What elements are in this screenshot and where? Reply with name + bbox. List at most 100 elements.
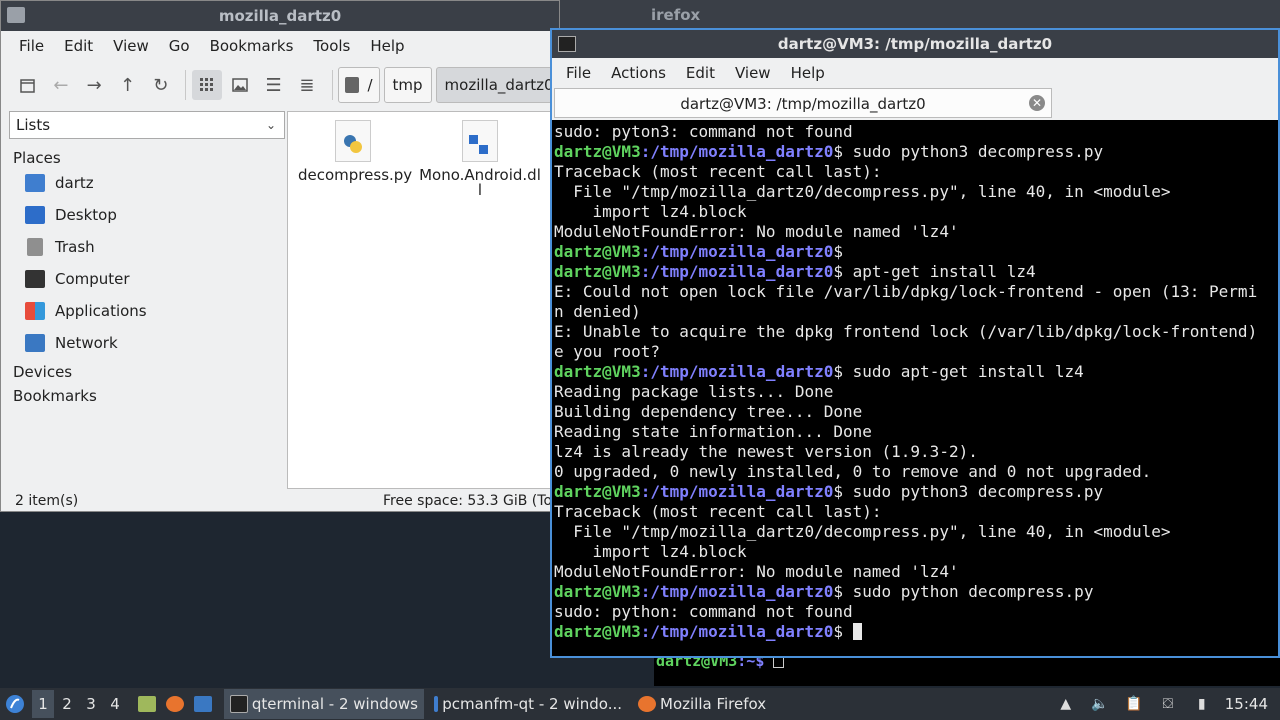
terminal-app-icon <box>558 36 576 52</box>
breadcrumb-current[interactable]: mozilla_dartz0 <box>435 67 556 103</box>
terminal-title: dartz@VM3: /tmp/mozilla_dartz0 <box>777 35 1053 53</box>
terminal-output-line: ModuleNotFoundError: No module named 'lz… <box>554 222 959 241</box>
sidebar-item-applications[interactable]: Applications <box>9 295 285 327</box>
breadcrumb-tmp[interactable]: tmp <box>383 67 432 103</box>
icon-view-button[interactable] <box>192 70 222 100</box>
sidebar-item-dartz[interactable]: dartz <box>9 167 285 199</box>
bookmarks-header[interactable]: Bookmarks <box>13 387 285 405</box>
up-button[interactable]: ↑ <box>113 70 142 100</box>
file-manager-title: mozilla_dartz0 <box>218 7 342 25</box>
back-button[interactable]: ← <box>46 70 75 100</box>
terminal-command-line: dartz@VM3:/tmp/mozilla_dartz0$ sudo pyth… <box>554 582 1278 602</box>
clipboard-icon: 📋 <box>1125 696 1143 712</box>
terminal-output-line: Traceback (most recent call last): <box>554 502 882 521</box>
firefox-window-title: irefox <box>651 6 701 24</box>
task-qterminal[interactable]: qterminal - 2 windows <box>224 689 424 719</box>
reload-button[interactable]: ↻ <box>146 70 175 100</box>
desktop-2-button[interactable]: 2 <box>56 690 78 718</box>
terminal-output-line: E: Unable to acquire the dpkg frontend l… <box>554 322 1258 341</box>
devices-header[interactable]: Devices <box>13 363 285 381</box>
breadcrumb-tmp-label: tmp <box>392 76 423 94</box>
prompt-user: dartz@VM3 <box>554 142 641 161</box>
forward-button[interactable]: → <box>80 70 109 100</box>
sidebar-item-computer[interactable]: Computer <box>9 263 285 295</box>
file-name: decompress.py <box>298 166 413 184</box>
places-header[interactable]: Places <box>13 149 285 167</box>
task-firefox[interactable]: Mozilla Firefox <box>632 689 772 719</box>
sidebar-item-trash[interactable]: Trash <box>9 231 285 263</box>
arrow-up-icon: ↑ <box>119 74 136 96</box>
desktop-1-button[interactable]: 1 <box>32 690 54 718</box>
sidebar-item-desktop[interactable]: Desktop <box>9 199 285 231</box>
terminal-command-line: dartz@VM3:/tmp/mozilla_dartz0$ sudo pyth… <box>554 482 1278 502</box>
image-view-icon <box>232 78 249 92</box>
menu-bookmarks[interactable]: Bookmarks <box>210 37 294 55</box>
file-item-mono-android[interactable]: Mono.Android.dl l <box>418 120 542 198</box>
quicklaunch-firefox[interactable] <box>162 690 188 718</box>
quicklaunch-desktop[interactable] <box>190 690 216 718</box>
prompt-path: :/tmp/mozilla_dartz0 <box>640 142 834 161</box>
sidebar-item-label: Trash <box>55 238 95 256</box>
tray-up-button[interactable]: ▲ <box>1057 695 1075 713</box>
python-file-icon <box>335 120 371 162</box>
terminal-tab[interactable]: dartz@VM3: /tmp/mozilla_dartz0 ✕ <box>554 88 1052 118</box>
menu-view[interactable]: View <box>113 37 149 55</box>
compact-view-button[interactable]: ☰ <box>259 70 288 100</box>
taskbar: 1 2 3 4 qterminal - 2 windows pcmanfm-qt… <box>0 688 1280 720</box>
terminal-menu-help[interactable]: Help <box>791 64 825 82</box>
volume-button[interactable]: 🔈 <box>1091 695 1109 713</box>
start-menu-button[interactable] <box>0 690 30 718</box>
volume-icon: 🔈 <box>1091 696 1109 712</box>
sidebar-view-select-value: Lists <box>16 116 51 134</box>
menu-help[interactable]: Help <box>370 37 404 55</box>
terminal-icon <box>230 695 248 713</box>
desktop-4-button[interactable]: 4 <box>104 690 126 718</box>
terminal-output[interactable]: sudo: pyton3: command not found dartz@VM3… <box>554 122 1278 656</box>
menu-file[interactable]: File <box>19 37 44 55</box>
terminal-output-line: sudo: pyton3: command not found <box>554 122 853 141</box>
task-pcmanfm[interactable]: pcmanfm-qt - 2 windo... <box>428 689 628 719</box>
clipboard-button[interactable]: 📋 <box>1125 695 1143 713</box>
prompt-user: dartz@VM3 <box>554 362 641 381</box>
show-desktop-icon <box>194 696 212 712</box>
thumbnail-view-button[interactable] <box>226 70 255 100</box>
terminal-command-line: dartz@VM3:/tmp/mozilla_dartz0$ <box>554 622 1278 642</box>
network-button[interactable]: ⛋ <box>1159 695 1177 713</box>
terminal-menubar: File Actions Edit View Help <box>552 58 1278 88</box>
new-tab-button[interactable] <box>13 70 42 100</box>
power-button[interactable]: ▮ <box>1193 695 1211 713</box>
task-label: pcmanfm-qt - 2 windo... <box>442 695 622 713</box>
quicklaunch-files[interactable] <box>134 690 160 718</box>
terminal-titlebar[interactable]: dartz@VM3: /tmp/mozilla_dartz0 <box>552 30 1278 58</box>
file-manager-titlebar[interactable]: mozilla_dartz0 <box>1 1 559 31</box>
terminal-menu-actions[interactable]: Actions <box>611 64 666 82</box>
close-tab-button[interactable]: ✕ <box>1029 95 1045 111</box>
sidebar-item-network[interactable]: Network <box>9 327 285 359</box>
terminal-window[interactable]: dartz@VM3: /tmp/mozilla_dartz0 File Acti… <box>550 28 1280 658</box>
terminal-menu-view[interactable]: View <box>735 64 771 82</box>
menu-edit[interactable]: Edit <box>64 37 93 55</box>
breadcrumb-root[interactable]: / <box>338 67 380 103</box>
prompt-path: :/tmp/mozilla_dartz0 <box>640 582 834 601</box>
status-free-space: Free space: 53.3 GiB (Tot <box>383 493 558 509</box>
sidebar-view-select[interactable]: Lists ⌄ <box>9 111 285 139</box>
terminal-output-line: import lz4.block <box>554 202 747 221</box>
network-icon <box>25 334 45 352</box>
terminal-output-line: e you root? <box>554 342 660 361</box>
file-list-area[interactable]: decompress.py Mono.Android.dl l <box>287 111 561 489</box>
prompt-path: :/tmp/mozilla_dartz0 <box>640 482 834 501</box>
clock[interactable]: 15:44 <box>1225 695 1268 713</box>
menu-tools[interactable]: Tools <box>313 37 350 55</box>
terminal-menu-file[interactable]: File <box>566 64 591 82</box>
firefox-window-titlebar[interactable]: irefox <box>560 0 1280 30</box>
terminal-menu-edit[interactable]: Edit <box>686 64 715 82</box>
toolbar-separator <box>185 70 187 100</box>
detail-list-icon: ≣ <box>299 74 315 96</box>
desktop-3-button[interactable]: 3 <box>80 690 102 718</box>
menu-go[interactable]: Go <box>169 37 190 55</box>
detail-view-button[interactable]: ≣ <box>292 70 321 100</box>
toolbar-separator-2 <box>331 70 333 100</box>
file-item-decompress[interactable]: decompress.py <box>298 120 413 184</box>
file-manager-window[interactable]: mozilla_dartz0 File Edit View Go Bookmar… <box>0 0 561 512</box>
terminal-cursor <box>852 623 862 640</box>
